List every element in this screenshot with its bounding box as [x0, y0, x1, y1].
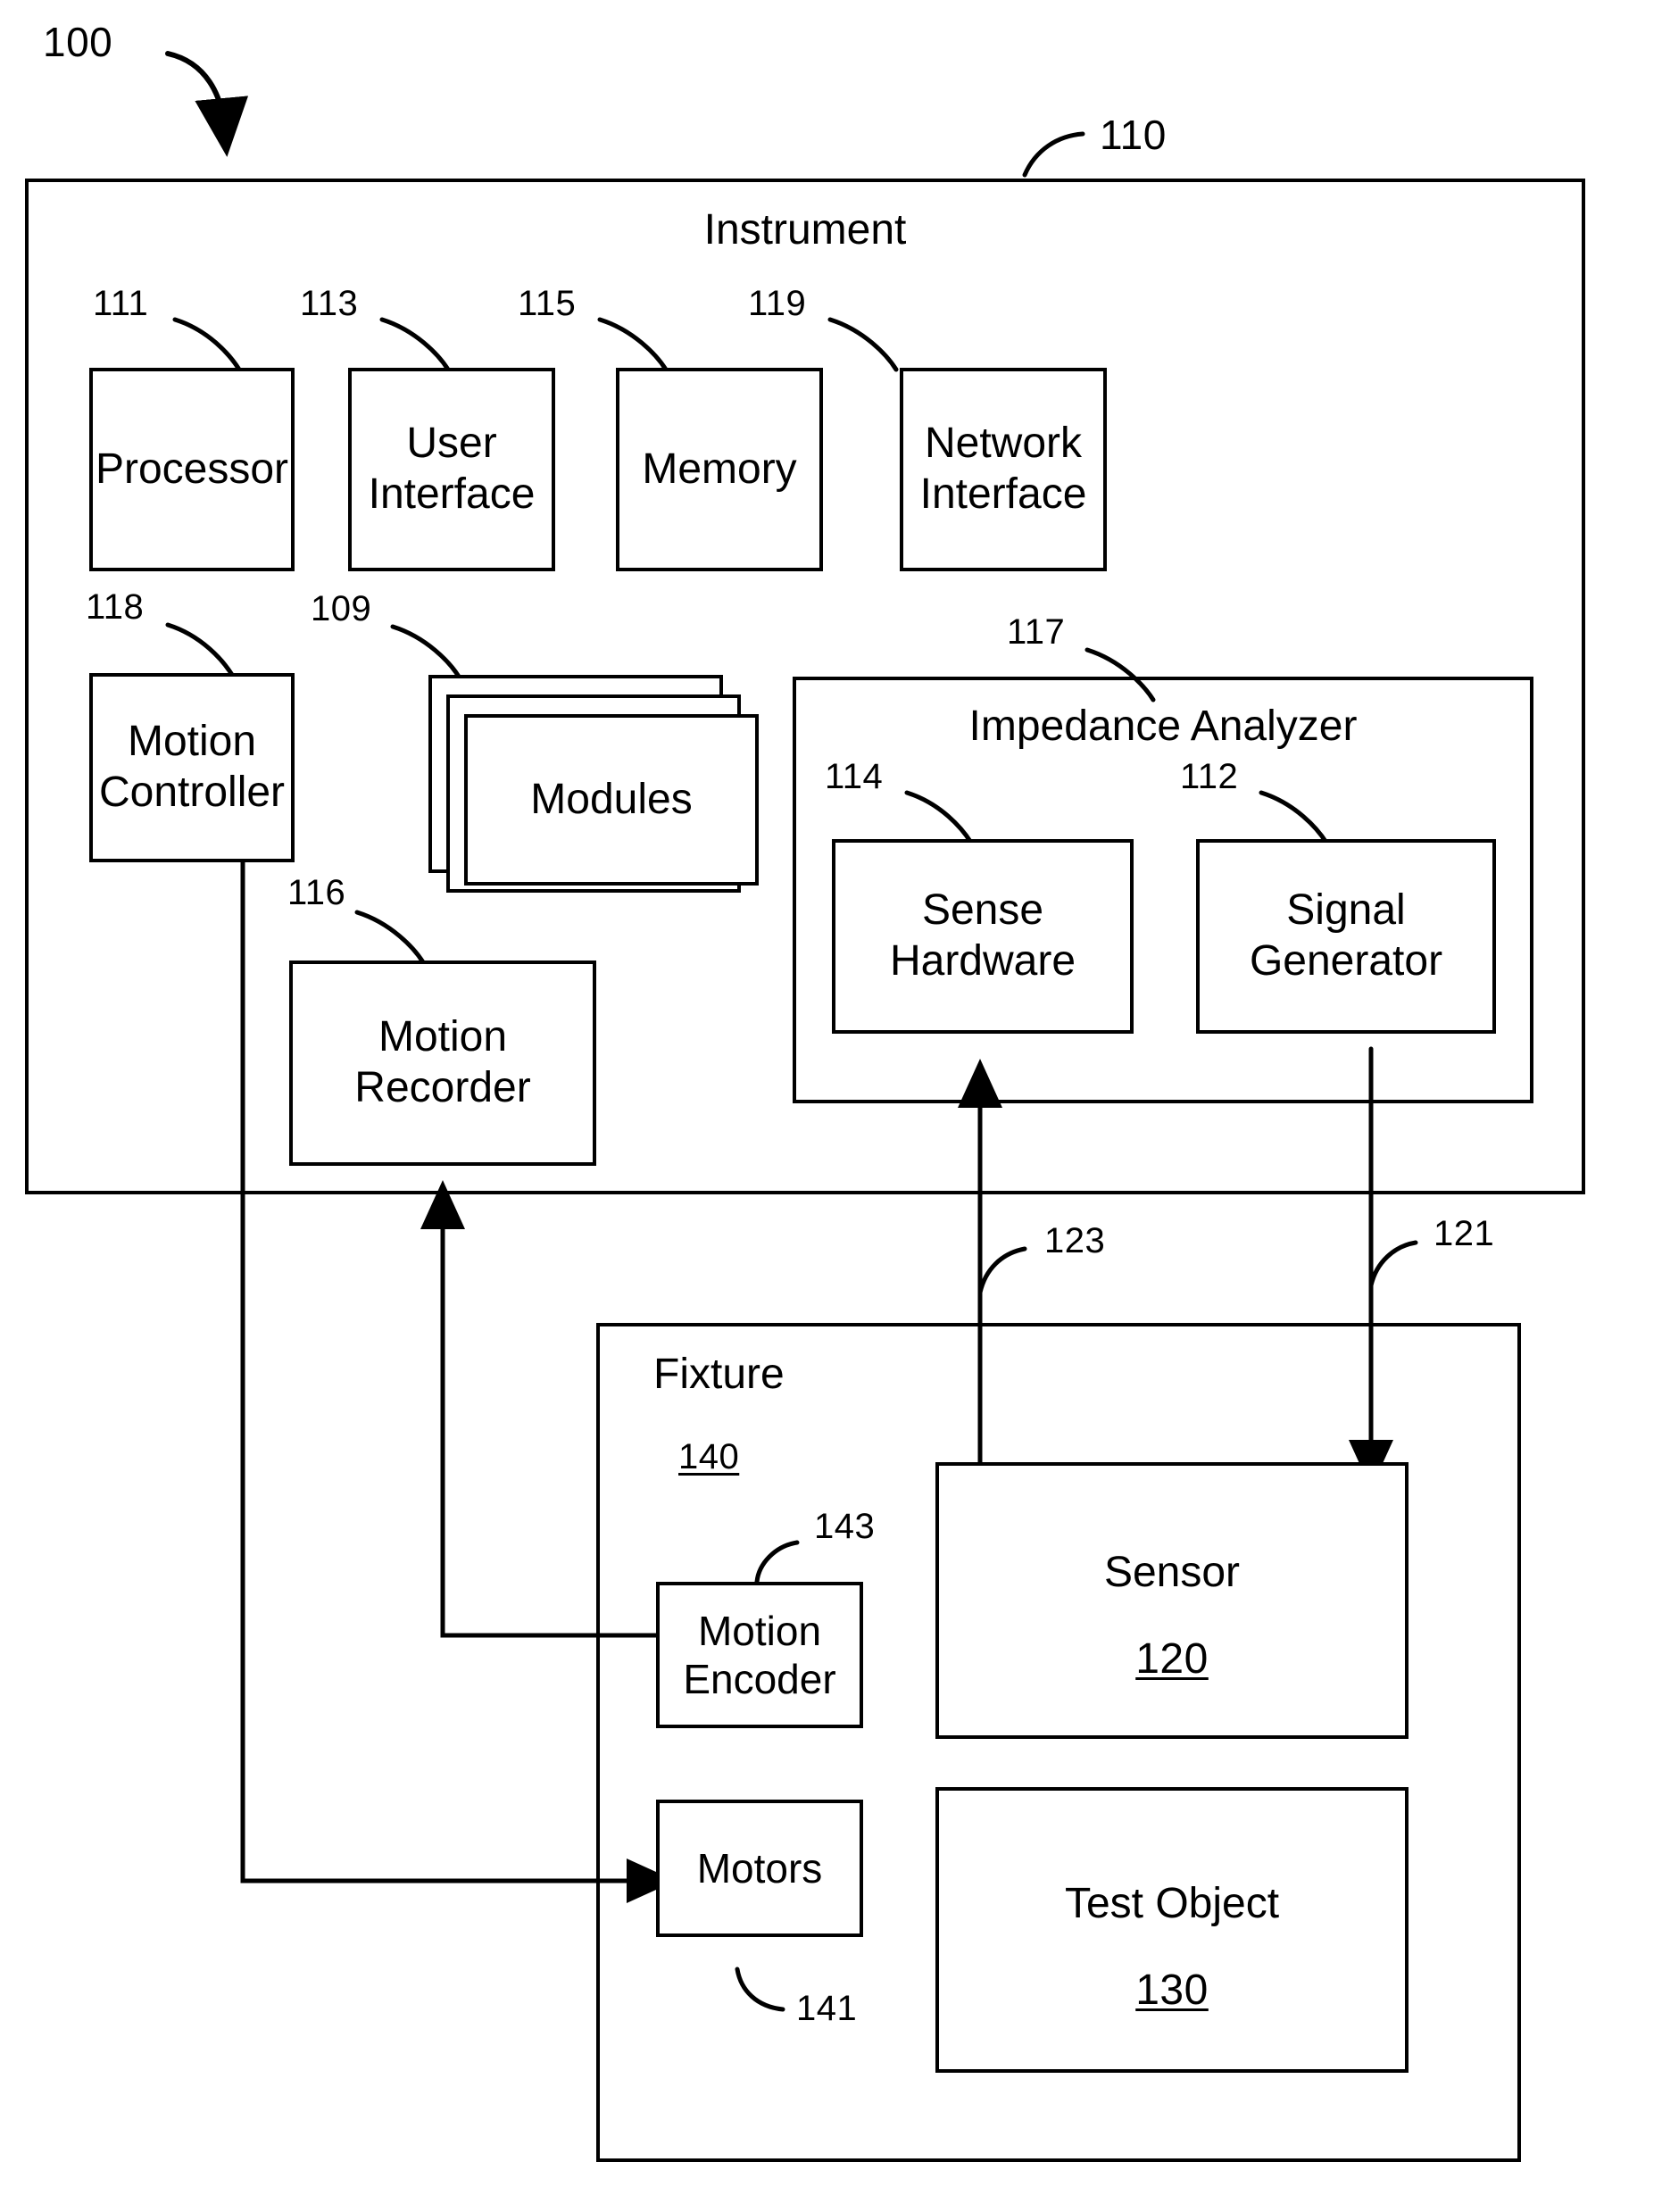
- box-processor: Processor: [89, 368, 295, 571]
- ref-network-interface-119: 119: [748, 284, 807, 323]
- impedance-analyzer-title: Impedance Analyzer: [968, 703, 1358, 750]
- instrument-title: Instrument: [703, 206, 907, 254]
- ref-motion-controller-118: 118: [86, 587, 145, 627]
- box-signal-generator-label: Signal Generator: [1249, 886, 1443, 985]
- box-modules-label: Modules: [530, 775, 693, 823]
- box-motion-encoder-label: Motion Encoder: [683, 1607, 836, 1702]
- box-motion-encoder: Motion Encoder: [656, 1582, 863, 1728]
- ref-motion-recorder-116: 116: [287, 873, 346, 912]
- ref-user-interface-113: 113: [300, 284, 359, 323]
- ref-signal-123: 123: [1044, 1221, 1106, 1260]
- ref-signal-121: 121: [1433, 1214, 1495, 1253]
- box-network-interface-label: Network Interface: [919, 420, 1087, 518]
- ref-processor-111: 111: [93, 284, 149, 323]
- ref-sense-hardware-114: 114: [825, 757, 884, 796]
- box-motion-controller: Motion Controller: [89, 673, 295, 862]
- ref-test-object-130: 130: [1135, 1967, 1209, 2014]
- box-motion-controller-label: Motion Controller: [98, 718, 286, 816]
- box-processor-label: Processor: [95, 445, 289, 493]
- box-motors: Motors: [656, 1800, 863, 1937]
- ref-impedance-analyzer-117: 117: [1007, 612, 1066, 652]
- box-test-object: Test Object 130: [935, 1787, 1409, 2073]
- box-sensor: Sensor 120: [935, 1462, 1409, 1739]
- box-modules: Modules: [464, 714, 759, 886]
- box-test-object-label: Test Object: [1064, 1880, 1280, 1928]
- ref-instrument-110: 110: [1100, 112, 1167, 158]
- box-sense-hardware: Sense Hardware: [832, 839, 1134, 1034]
- ref-signal-generator-112: 112: [1180, 757, 1239, 796]
- box-sensor-label: Sensor: [1103, 1549, 1241, 1597]
- fixture-title: Fixture: [653, 1351, 785, 1398]
- ref-modules-109: 109: [311, 589, 372, 628]
- box-motion-recorder-label: Motion Recorder: [354, 1013, 531, 1111]
- ref-memory-115: 115: [518, 284, 577, 323]
- box-sense-hardware-label: Sense Hardware: [889, 886, 1076, 985]
- box-signal-generator: Signal Generator: [1196, 839, 1496, 1034]
- box-memory: Memory: [616, 368, 823, 571]
- ref-sensor-120: 120: [1135, 1635, 1209, 1683]
- ref-fixture-140: 140: [678, 1437, 740, 1476]
- box-motors-label: Motors: [696, 1844, 823, 1892]
- box-network-interface: Network Interface: [900, 368, 1107, 571]
- box-user-interface-label: User Interface: [368, 420, 536, 518]
- ref-system-100: 100: [43, 19, 113, 65]
- box-memory-label: Memory: [642, 445, 797, 493]
- patent-figure: 100 110 Instrument 111 113 115 119 Proce…: [0, 0, 1662, 2212]
- box-motion-recorder: Motion Recorder: [289, 960, 596, 1166]
- box-user-interface: User Interface: [348, 368, 555, 571]
- ref-motors-141: 141: [796, 1989, 858, 2028]
- ref-motion-encoder-143: 143: [814, 1507, 876, 1546]
